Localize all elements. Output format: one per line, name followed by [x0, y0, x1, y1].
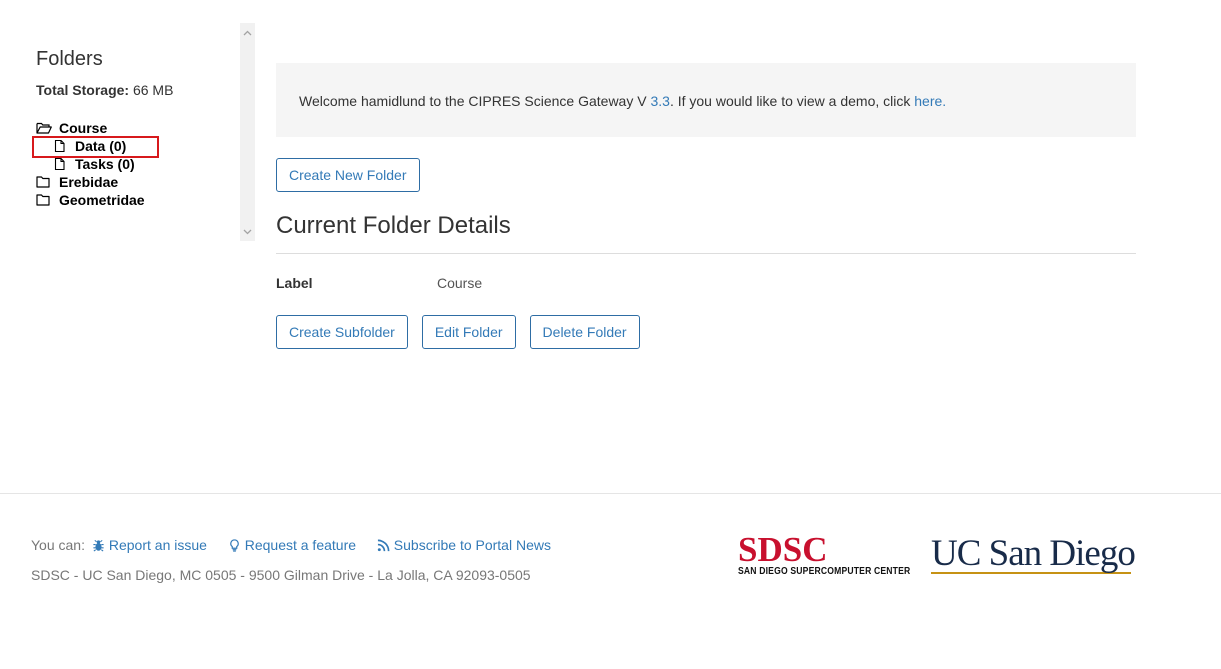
detail-key: Label — [276, 275, 313, 291]
tree-label-data: Data (0) — [75, 138, 127, 154]
detail-row-label: Label Course — [276, 273, 1136, 293]
tree-item-course[interactable]: Course — [36, 119, 236, 137]
report-issue-link[interactable]: Report an issue — [92, 537, 211, 553]
delete-folder-button[interactable]: Delete Folder — [529, 315, 640, 349]
report-issue-label: Report an issue — [108, 537, 207, 553]
edit-folder-button[interactable]: Edit Folder — [421, 315, 516, 349]
file-icon — [54, 140, 65, 152]
subscribe-news-link[interactable]: Subscribe to Portal News — [377, 537, 551, 553]
tree-item-tasks[interactable]: Tasks (0) — [36, 155, 236, 173]
you-can-label: You can: — [31, 537, 85, 553]
folder-tree: Course Data (0) Tasks (0) Erebidae Geome… — [32, 119, 236, 209]
folder-actions: Create Subfolder Edit Folder Delete Fold… — [276, 315, 1136, 349]
version-link[interactable]: 3.3 — [650, 93, 669, 109]
ucsd-logo-text: UC San Diego — [931, 533, 1136, 574]
request-feature-label: Request a feature — [244, 537, 357, 553]
scroll-down-arrow-icon[interactable] — [240, 224, 255, 239]
folder-icon — [36, 176, 50, 188]
demo-link[interactable]: here. — [914, 93, 946, 109]
welcome-banner: Welcome hamidlund to the CIPRES Science … — [276, 63, 1136, 137]
detail-value: Course — [437, 275, 483, 291]
tree-label-geometridae: Geometridae — [59, 192, 145, 208]
folders-sidebar: Folders Total Storage: 66 MB Course Data… — [32, 46, 236, 209]
tree-item-erebidae[interactable]: Erebidae — [36, 173, 236, 191]
request-feature-link[interactable]: Request a feature — [228, 537, 360, 553]
sidebar-title: Folders — [36, 48, 103, 70]
welcome-text: Welcome hamidlund to the CIPRES Science … — [299, 93, 651, 109]
footer: You can: Report an issue Request a featu… — [0, 493, 1221, 669]
footer-address: SDSC - UC San Diego, MC 0505 - 9500 Gilm… — [31, 567, 531, 583]
main-content: Welcome hamidlund to the CIPRES Science … — [276, 63, 1136, 349]
footer-links: You can: Report an issue Request a featu… — [31, 537, 551, 553]
create-subfolder-button[interactable]: Create Subfolder — [276, 315, 408, 349]
lightbulb-icon — [229, 539, 239, 552]
total-storage: Total Storage: 66 MB — [36, 82, 236, 98]
folder-details-title: Current Folder Details — [276, 210, 1136, 254]
subscribe-news-label: Subscribe to Portal News — [393, 537, 551, 553]
file-icon — [54, 158, 65, 170]
sdsc-logo-text: SDSC — [738, 530, 828, 569]
storage-value: 66 MB — [132, 82, 174, 98]
sdsc-logo[interactable]: SDSC SAN DIEGO SUPERCOMPUTER CENTER — [738, 530, 911, 577]
create-new-folder-button[interactable]: Create New Folder — [276, 158, 420, 192]
folder-open-icon — [36, 122, 52, 134]
sidebar-scrollbar[interactable] — [240, 23, 255, 241]
tree-item-geometridae[interactable]: Geometridae — [36, 191, 236, 209]
scroll-up-arrow-icon[interactable] — [240, 25, 255, 40]
welcome-text-middle: . If you would like to view a demo, clic… — [669, 93, 915, 109]
tree-label-course: Course — [59, 120, 108, 136]
tree-label-erebidae: Erebidae — [59, 174, 119, 190]
bug-icon — [93, 539, 104, 552]
folder-icon — [36, 194, 50, 206]
sdsc-logo-subtitle: SAN DIEGO SUPERCOMPUTER CENTER — [738, 566, 911, 577]
storage-label: Total Storage: — [36, 82, 130, 98]
ucsd-logo[interactable]: UC San Diego — [931, 533, 1136, 574]
tree-item-data[interactable]: Data (0) — [32, 136, 236, 158]
tree-label-tasks: Tasks (0) — [75, 156, 135, 172]
rss-icon — [377, 539, 390, 552]
